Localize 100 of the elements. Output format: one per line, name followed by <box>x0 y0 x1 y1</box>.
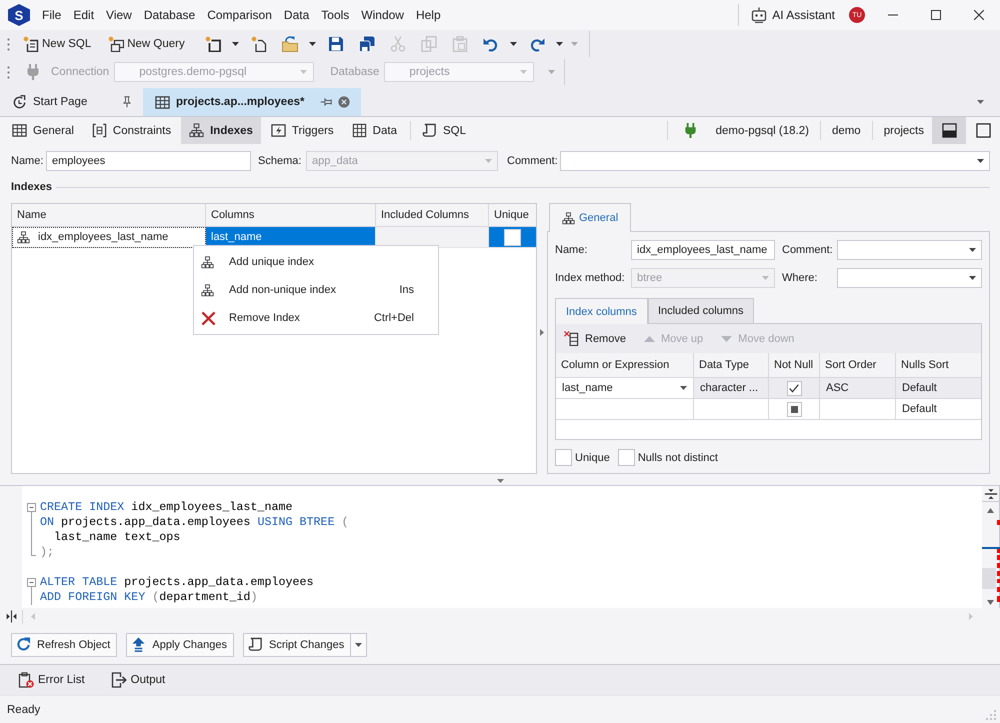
menu-item[interactable]: Window <box>355 5 410 25</box>
upload-arrow-icon <box>131 637 146 652</box>
tab[interactable]: Constraints <box>84 117 180 144</box>
table-cell[interactable]: idx_employees_last_name <box>38 231 168 243</box>
document-tab[interactable]: projects.ap...mployees* <box>143 88 361 116</box>
table-cell[interactable] <box>556 399 694 420</box>
table-cell[interactable]: Default <box>896 399 981 420</box>
start-page-icon <box>12 94 27 110</box>
field-label: Name: <box>555 244 588 256</box>
menu-item[interactable]: File <box>36 5 68 25</box>
grip-icon[interactable] <box>7 38 10 50</box>
close-icon <box>974 10 984 20</box>
remove-list-icon <box>564 331 579 346</box>
column-header[interactable]: Name <box>12 204 206 226</box>
resize-grip-icon[interactable] <box>986 710 996 720</box>
tab[interactable]: Data <box>344 117 405 144</box>
table-cell[interactable]: Default <box>896 378 981 399</box>
caret-icon[interactable] <box>977 159 984 163</box>
name-input[interactable]: idx_employees_last_name <box>631 240 775 260</box>
name-input[interactable]: employees <box>46 151 251 171</box>
toolbar-button[interactable]: New SQL <box>19 32 96 56</box>
collapse-arrow-icon[interactable] <box>496 478 504 482</box>
expand-arrow-icon[interactable] <box>540 329 544 336</box>
close-tab-icon[interactable] <box>338 96 350 108</box>
table-cell[interactable] <box>376 227 489 248</box>
document-tab[interactable]: Start Page <box>0 88 141 116</box>
menu-item[interactable]: Add non-unique index Ins <box>194 276 438 304</box>
new-query-icon <box>108 36 124 52</box>
caret-icon <box>232 42 240 46</box>
scroll-up-icon[interactable] <box>987 508 994 513</box>
menu-item[interactable]: Help <box>410 5 447 25</box>
tab[interactable]: Indexes <box>181 117 261 144</box>
menu-item[interactable]: Database <box>138 5 202 25</box>
column-header[interactable]: Column or Expression <box>556 353 694 377</box>
action-button[interactable]: Refresh Object <box>11 632 118 656</box>
plug-icon[interactable] <box>25 64 41 80</box>
checkbox-label[interactable]: Unique <box>575 452 610 464</box>
menu-item[interactable]: Comparison <box>201 5 278 25</box>
column-header[interactable]: Columns <box>206 204 376 226</box>
checkbox[interactable] <box>504 228 521 246</box>
grip-icon[interactable] <box>7 66 10 78</box>
column-header[interactable]: Not Null <box>769 353 820 377</box>
code-line: ON projects.app_data.employees USING BTREE ( <box>40 515 349 530</box>
caret-icon[interactable] <box>977 100 984 104</box>
code-line: last_name text_ops <box>53 530 182 545</box>
tab[interactable]: Included columns <box>648 298 754 323</box>
menu-item[interactable]: View <box>100 5 138 25</box>
column-header[interactable]: Data Type <box>694 353 769 377</box>
tab[interactable]: Index columns <box>555 298 648 324</box>
clipboard-error-icon <box>18 672 34 688</box>
table-icon <box>155 94 170 110</box>
section-heading: Indexes <box>11 181 52 193</box>
connection-info[interactable]: demo-pgsql (18.2) <box>708 117 817 144</box>
pin-icon[interactable] <box>121 96 133 108</box>
dropdown-button[interactable] <box>351 632 368 656</box>
table-cell[interactable] <box>820 399 896 420</box>
vertical-scrollbar[interactable] <box>982 486 1000 608</box>
connection-info[interactable]: projects <box>876 117 932 144</box>
scroll-down-icon[interactable] <box>987 600 994 605</box>
split-view-icon[interactable] <box>4 610 18 623</box>
tab[interactable]: General <box>549 203 632 232</box>
column-header[interactable]: Sort Order <box>820 353 896 377</box>
layout-button[interactable] <box>932 117 966 144</box>
menu-item[interactable]: Tools <box>315 5 356 25</box>
caret-icon[interactable] <box>680 386 687 390</box>
column-header[interactable]: Nulls Sort <box>896 353 981 377</box>
split-handle-icon[interactable] <box>984 486 998 500</box>
checkbox[interactable] <box>618 449 635 466</box>
table-cell[interactable]: ASC <box>820 378 896 399</box>
checkbox[interactable] <box>786 402 802 416</box>
pin-icon[interactable] <box>320 96 332 108</box>
fold-marker-icon[interactable] <box>27 575 36 605</box>
toolbar-button[interactable]: Remove <box>564 331 626 346</box>
scrollbar-thumb[interactable] <box>982 568 996 589</box>
ai-assistant-button[interactable]: AI Assistant <box>745 3 841 27</box>
table-cell[interactable]: last_name <box>556 378 694 399</box>
table-cell[interactable]: character ... <box>694 378 769 399</box>
action-button[interactable]: Script Changes <box>242 632 352 656</box>
sql-editor[interactable]: CREATE INDEX idx_employees_last_name ON projects.app_data.employees USING BTREE ( last_name text_ops ); ALTER TABLE projects.app_data.employees ADD FOREIGN KEY (department_id) <box>22 486 982 608</box>
action-button[interactable]: Apply Changes <box>126 632 234 656</box>
checkbox[interactable] <box>555 449 572 466</box>
caret-icon[interactable] <box>969 276 976 280</box>
tab[interactable]: SQL <box>414 117 474 144</box>
menu-item[interactable]: Data <box>278 5 316 25</box>
panel-tab[interactable]: Output <box>110 672 166 688</box>
column-header[interactable]: Unique <box>489 204 536 226</box>
toolbar-button[interactable]: New Query <box>104 32 189 56</box>
checkbox-label[interactable]: Nulls not distinct <box>638 452 718 464</box>
table-cell[interactable] <box>694 399 769 420</box>
caret-icon[interactable] <box>969 248 976 252</box>
tab[interactable]: General <box>4 117 82 144</box>
column-header[interactable]: Included Columns <box>376 204 489 226</box>
checkbox[interactable] <box>786 380 802 396</box>
tab[interactable]: Triggers <box>262 117 342 144</box>
menu-item[interactable]: Remove Index Ctrl+Del <box>194 304 438 332</box>
menu-item[interactable]: Add unique index <box>194 248 438 276</box>
panel-tab[interactable]: Error List <box>18 672 85 688</box>
menu-item[interactable]: Edit <box>67 5 100 25</box>
caret-icon <box>510 42 518 46</box>
connection-info[interactable]: demo <box>824 117 869 144</box>
